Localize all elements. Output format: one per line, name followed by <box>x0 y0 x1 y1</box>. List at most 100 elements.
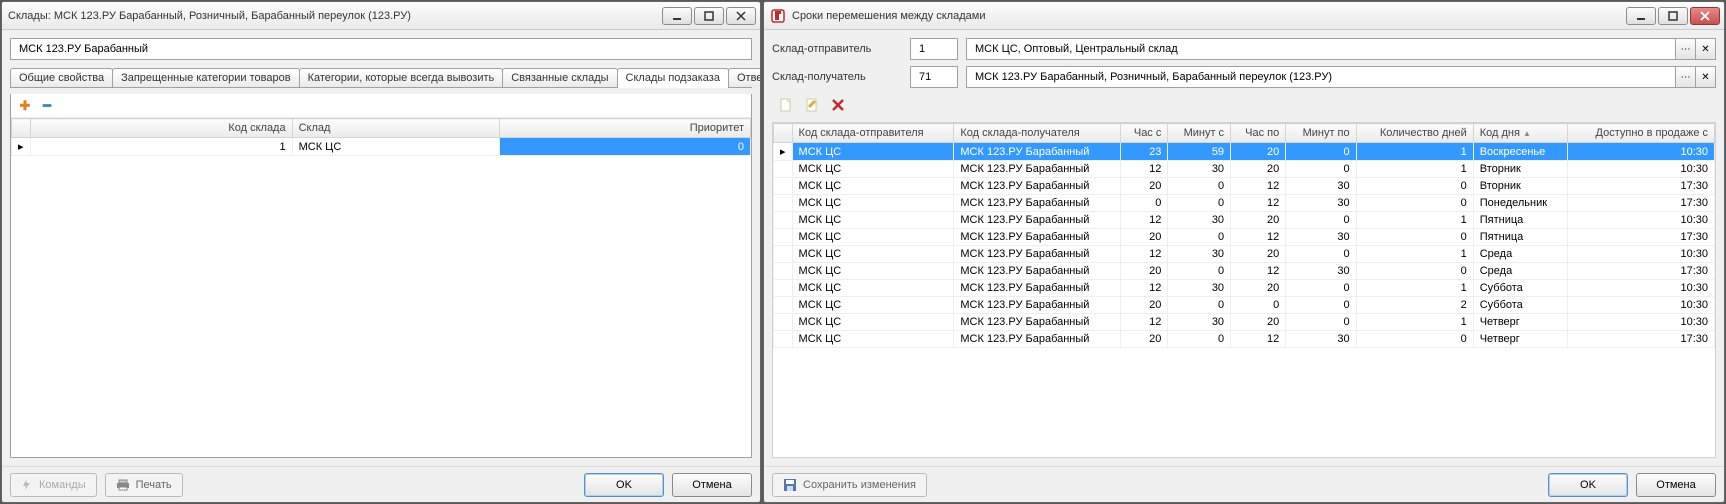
cell-mpo[interactable]: 0 <box>1286 161 1356 178</box>
table-row[interactable]: МСК ЦСМСК 123.РУ Барабанный12302001Суббо… <box>774 280 1715 297</box>
edit-icon[interactable] <box>804 97 820 113</box>
cell-hpo[interactable]: 20 <box>1231 280 1286 297</box>
cell-avail[interactable]: 17:30 <box>1567 331 1714 348</box>
cell-from[interactable]: МСК ЦС <box>792 280 954 297</box>
col-header[interactable]: Минут с <box>1168 124 1231 143</box>
cell-mc[interactable]: 0 <box>1168 263 1231 280</box>
cell-day[interactable]: Вторник <box>1473 178 1567 195</box>
maximize-button[interactable] <box>694 7 724 25</box>
maximize-button[interactable] <box>1658 7 1688 25</box>
cell-avail[interactable]: 10:30 <box>1567 280 1714 297</box>
cell-day[interactable]: Понедельник <box>1473 195 1567 212</box>
cell-to[interactable]: МСК 123.РУ Барабанный <box>954 246 1121 263</box>
cell-hpo[interactable]: 0 <box>1231 297 1286 314</box>
cell-avail[interactable]: 10:30 <box>1567 212 1714 229</box>
cell-avail[interactable]: 10:30 <box>1567 246 1714 263</box>
warehouse-name-input[interactable] <box>17 42 745 56</box>
cell-to[interactable]: МСК 123.РУ Барабанный <box>954 331 1121 348</box>
cell-from[interactable]: МСК ЦС <box>792 161 954 178</box>
remove-row-icon[interactable]: ━ <box>39 98 55 114</box>
cell-day[interactable]: Суббота <box>1473 297 1567 314</box>
cell-days[interactable]: 1 <box>1356 246 1473 263</box>
cell-hpo[interactable]: 20 <box>1231 212 1286 229</box>
cell-mpo[interactable]: 30 <box>1286 229 1356 246</box>
col-header[interactable]: Код склада <box>30 119 292 138</box>
cell-mc[interactable]: 0 <box>1168 195 1231 212</box>
col-header[interactable]: Склад <box>292 119 500 138</box>
delete-icon[interactable] <box>830 97 846 113</box>
col-header[interactable]: Код склада-отправителя <box>792 124 954 143</box>
cell-hc[interactable]: 12 <box>1120 280 1167 297</box>
col-header[interactable]: Приоритет <box>500 119 751 138</box>
print-button[interactable]: Печать <box>105 473 183 497</box>
tab-4[interactable]: Склады подзаказа <box>617 68 729 88</box>
receiver-lookup-button[interactable]: ⋯ <box>1676 66 1696 88</box>
cell-priority[interactable]: 0 <box>500 138 751 156</box>
cell-days[interactable]: 0 <box>1356 263 1473 280</box>
table-row[interactable]: МСК ЦСМСК 123.РУ Барабанный12302001Вторн… <box>774 161 1715 178</box>
transfer-grid[interactable]: Код склада-отправителяКод склада-получат… <box>772 122 1716 458</box>
cell-day[interactable]: Среда <box>1473 246 1567 263</box>
cell-day[interactable]: Воскресенье <box>1473 143 1567 161</box>
titlebar[interactable]: Сроки перемешения между складами <box>764 2 1724 30</box>
cell-hpo[interactable]: 12 <box>1231 195 1286 212</box>
col-header[interactable]: Доступно в продаже с <box>1567 124 1714 143</box>
cell-day[interactable]: Суббота <box>1473 280 1567 297</box>
save-button[interactable]: Сохранить изменения <box>772 473 927 497</box>
col-header[interactable]: Код дня▲ <box>1473 124 1567 143</box>
cell-to[interactable]: МСК 123.РУ Барабанный <box>954 178 1121 195</box>
add-row-icon[interactable]: ✚ <box>17 98 33 114</box>
close-button[interactable] <box>1690 7 1720 25</box>
cell-day[interactable]: Пятница <box>1473 212 1567 229</box>
cell-mpo[interactable]: 0 <box>1286 314 1356 331</box>
cell-from[interactable]: МСК ЦС <box>792 229 954 246</box>
col-header[interactable]: Минут по <box>1286 124 1356 143</box>
cell-hpo[interactable]: 12 <box>1231 331 1286 348</box>
cell-hpo[interactable]: 12 <box>1231 263 1286 280</box>
cell-to[interactable]: МСК 123.РУ Барабанный <box>954 229 1121 246</box>
cell-code[interactable]: 1 <box>30 138 292 156</box>
cell-days[interactable]: 1 <box>1356 161 1473 178</box>
minimize-button[interactable] <box>1626 7 1656 25</box>
table-row[interactable]: ▸МСК ЦСМСК 123.РУ Барабанный23592001Воск… <box>774 143 1715 161</box>
cell-days[interactable]: 1 <box>1356 314 1473 331</box>
cell-to[interactable]: МСК 123.РУ Барабанный <box>954 297 1121 314</box>
cell-days[interactable]: 2 <box>1356 297 1473 314</box>
table-row[interactable]: МСК ЦСМСК 123.РУ Барабанный12302001Пятни… <box>774 212 1715 229</box>
col-header[interactable]: Количество дней <box>1356 124 1473 143</box>
cell-avail[interactable]: 10:30 <box>1567 143 1714 161</box>
suborder-grid[interactable]: Код складаСкладПриоритет▸1МСК ЦС0 <box>11 118 751 457</box>
cell-avail[interactable]: 17:30 <box>1567 195 1714 212</box>
cell-mc[interactable]: 0 <box>1168 297 1231 314</box>
cell-mpo[interactable]: 0 <box>1286 297 1356 314</box>
cell-mc[interactable]: 30 <box>1168 212 1231 229</box>
cell-to[interactable]: МСК 123.РУ Барабанный <box>954 280 1121 297</box>
cell-hc[interactable]: 20 <box>1120 331 1167 348</box>
table-row[interactable]: МСК ЦСМСК 123.РУ Барабанный0012300Понеде… <box>774 195 1715 212</box>
close-button[interactable] <box>726 7 756 25</box>
cell-to[interactable]: МСК 123.РУ Барабанный <box>954 195 1121 212</box>
cell-from[interactable]: МСК ЦС <box>792 195 954 212</box>
cell-from[interactable]: МСК ЦС <box>792 263 954 280</box>
cell-to[interactable]: МСК 123.РУ Барабанный <box>954 212 1121 229</box>
cell-from[interactable]: МСК ЦС <box>792 314 954 331</box>
table-row[interactable]: ▸1МСК ЦС0 <box>12 138 751 156</box>
table-row[interactable]: МСК ЦСМСК 123.РУ Барабанный20012300Четве… <box>774 331 1715 348</box>
cell-avail[interactable]: 10:30 <box>1567 297 1714 314</box>
table-row[interactable]: МСК ЦСМСК 123.РУ Барабанный20012300Пятни… <box>774 229 1715 246</box>
receiver-clear-button[interactable]: ✕ <box>1696 66 1716 88</box>
cell-avail[interactable]: 10:30 <box>1567 314 1714 331</box>
cell-hc[interactable]: 20 <box>1120 263 1167 280</box>
cell-name[interactable]: МСК ЦС <box>292 138 500 156</box>
cancel-button[interactable]: Отмена <box>1636 473 1716 497</box>
tab-0[interactable]: Общие свойства <box>10 68 113 87</box>
cell-mpo[interactable]: 30 <box>1286 178 1356 195</box>
cell-mc[interactable]: 0 <box>1168 331 1231 348</box>
cell-from[interactable]: МСК ЦС <box>792 143 954 161</box>
ok-button[interactable]: OK <box>584 473 664 497</box>
cell-days[interactable]: 0 <box>1356 195 1473 212</box>
cell-hc[interactable]: 20 <box>1120 229 1167 246</box>
cell-day[interactable]: Пятница <box>1473 229 1567 246</box>
cell-mpo[interactable]: 30 <box>1286 195 1356 212</box>
tab-2[interactable]: Категории, которые всегда вывозить <box>299 68 504 87</box>
